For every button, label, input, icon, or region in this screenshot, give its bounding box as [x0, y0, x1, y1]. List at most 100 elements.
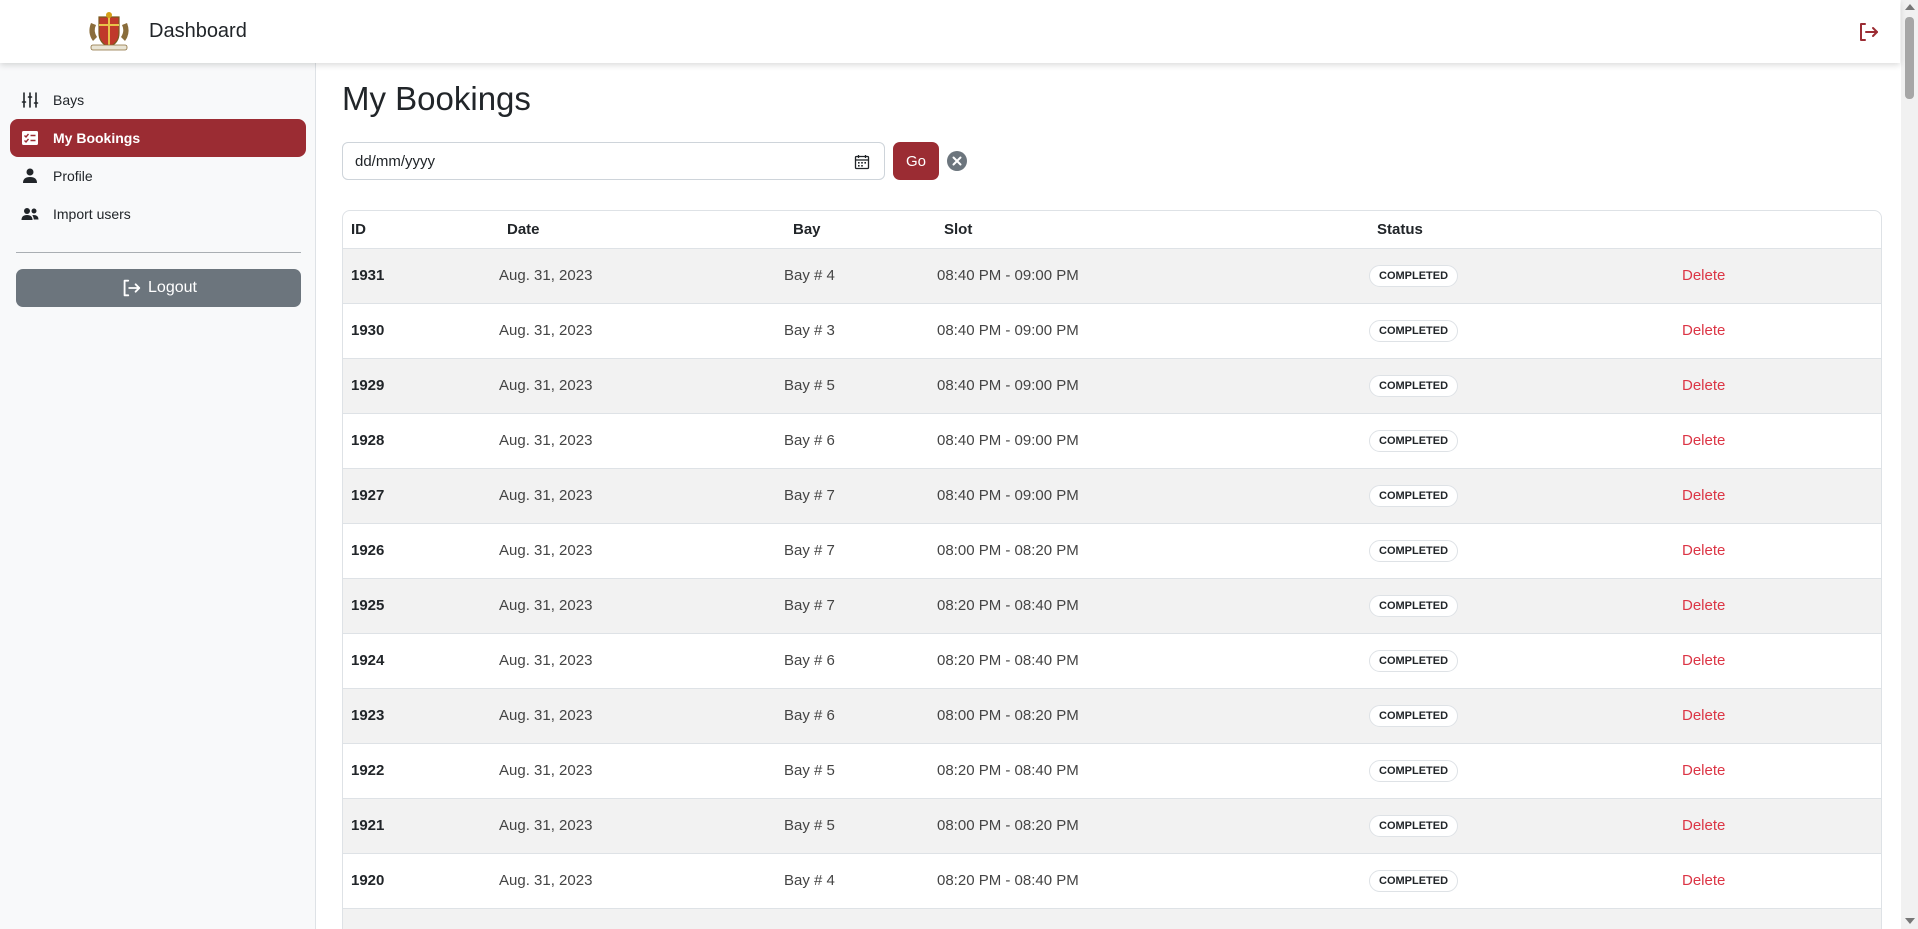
booking-slot: 08:00 PM - 08:20 PM	[937, 817, 1079, 834]
sidebar-item-label: My Bookings	[53, 130, 141, 146]
booking-id: 1930	[351, 322, 385, 339]
table-row: 1931 Aug. 31, 2023 Bay # 4 08:40 PM - 09…	[343, 249, 1881, 304]
booking-bay: Bay # 6	[784, 707, 835, 724]
booking-slot: 08:00 PM - 08:20 PM	[937, 542, 1079, 559]
table-row: 1928 Aug. 31, 2023 Bay # 6 08:40 PM - 09…	[343, 414, 1881, 469]
booking-slot: 08:20 PM - 08:40 PM	[937, 597, 1079, 614]
status-badge: COMPLETED	[1369, 870, 1459, 892]
booking-bay: Bay # 7	[784, 487, 835, 504]
sidebar-item-label: Bays	[53, 92, 85, 108]
table-row: 1925 Aug. 31, 2023 Bay # 7 08:20 PM - 08…	[343, 579, 1881, 634]
delete-link[interactable]: Delete	[1682, 707, 1725, 724]
status-badge: COMPLETED	[1369, 540, 1459, 562]
status-badge: COMPLETED	[1369, 760, 1459, 782]
sidebar-divider	[16, 252, 301, 253]
booking-date: Aug. 31, 2023	[499, 817, 593, 834]
calendar-icon[interactable]	[854, 154, 870, 170]
brand-title[interactable]: Dashboard	[149, 20, 247, 43]
booking-id: 1928	[351, 432, 385, 449]
person-icon	[21, 167, 39, 185]
clear-filter-icon[interactable]	[947, 151, 967, 171]
sidebar-item-import-users[interactable]: Import users	[10, 195, 306, 233]
sidebar: Bays My Bookings Profile Import users Lo…	[0, 63, 316, 929]
table-header: ID Date Bay Slot Status	[343, 211, 1881, 249]
booking-slot: 08:40 PM - 09:00 PM	[937, 322, 1079, 339]
booking-date: Aug. 31, 2023	[499, 487, 593, 504]
booking-id: 1926	[351, 542, 385, 559]
booking-slot: 08:20 PM - 08:40 PM	[937, 762, 1079, 779]
delete-link[interactable]: Delete	[1682, 652, 1725, 669]
sidebar-item-my-bookings[interactable]: My Bookings	[10, 119, 306, 157]
booking-bay: Bay # 7	[784, 597, 835, 614]
booking-date: Aug. 31, 2023	[499, 872, 593, 889]
booking-bay: Bay # 7	[784, 542, 835, 559]
column-header-status: Status	[1377, 221, 1423, 238]
delete-link[interactable]: Delete	[1682, 487, 1725, 504]
table-row: 1924 Aug. 31, 2023 Bay # 6 08:20 PM - 08…	[343, 634, 1881, 689]
page-title: My Bookings	[342, 80, 531, 117]
status-badge: COMPLETED	[1369, 705, 1459, 727]
booking-id: 1923	[351, 707, 385, 724]
booking-date: Aug. 31, 2023	[499, 652, 593, 669]
delete-link[interactable]: Delete	[1682, 542, 1725, 559]
scrollbar-thumb[interactable]	[1905, 17, 1914, 99]
booking-slot: 08:40 PM - 09:00 PM	[937, 377, 1079, 394]
bookings-table: ID Date Bay Slot Status 1931 Aug. 31, 20…	[342, 210, 1882, 929]
scroll-up-arrow-icon[interactable]	[1905, 4, 1915, 10]
column-header-slot: Slot	[944, 221, 973, 238]
status-badge: COMPLETED	[1369, 375, 1459, 397]
logout-label: Logout	[148, 279, 197, 296]
table-row: 1922 Aug. 31, 2023 Bay # 5 08:20 PM - 08…	[343, 744, 1881, 799]
coat-of-arms-logo[interactable]	[85, 11, 133, 51]
status-badge: COMPLETED	[1369, 650, 1459, 672]
sliders-icon	[21, 91, 39, 109]
status-badge: COMPLETED	[1369, 595, 1459, 617]
booking-id: 1929	[351, 377, 385, 394]
booking-id: 1927	[351, 487, 385, 504]
column-header-bay: Bay	[793, 221, 821, 238]
booking-date: Aug. 31, 2023	[499, 267, 593, 284]
booking-slot: 08:40 PM - 09:00 PM	[937, 487, 1079, 504]
booking-bay: Bay # 3	[784, 322, 835, 339]
booking-slot: 08:20 PM - 08:40 PM	[937, 872, 1079, 889]
date-filter-placeholder: dd/mm/yyyy	[355, 152, 436, 170]
table-row: 1927 Aug. 31, 2023 Bay # 7 08:40 PM - 09…	[343, 469, 1881, 524]
checklist-icon	[21, 129, 39, 147]
delete-link[interactable]: Delete	[1682, 762, 1725, 779]
status-badge: COMPLETED	[1369, 430, 1459, 452]
booking-slot: 08:40 PM - 09:00 PM	[937, 267, 1079, 284]
booking-date: Aug. 31, 2023	[499, 432, 593, 449]
status-badge: COMPLETED	[1369, 485, 1459, 507]
sidebar-item-label: Import users	[53, 206, 131, 222]
date-filter-input[interactable]: dd/mm/yyyy	[342, 142, 885, 180]
delete-link[interactable]: Delete	[1682, 377, 1725, 394]
status-badge: COMPLETED	[1369, 265, 1459, 287]
logout-icon[interactable]	[1856, 20, 1880, 44]
table-row: 1929 Aug. 31, 2023 Bay # 5 08:40 PM - 09…	[343, 359, 1881, 414]
booking-slot: 08:20 PM - 08:40 PM	[937, 652, 1079, 669]
booking-slot: 08:40 PM - 09:00 PM	[937, 432, 1079, 449]
delete-link[interactable]: Delete	[1682, 597, 1725, 614]
scroll-down-arrow-icon[interactable]	[1905, 918, 1915, 924]
booking-bay: Bay # 6	[784, 652, 835, 669]
delete-link[interactable]: Delete	[1682, 872, 1725, 889]
go-button[interactable]: Go	[893, 142, 939, 180]
status-badge: COMPLETED	[1369, 815, 1459, 837]
sidebar-item-bays[interactable]: Bays	[10, 81, 306, 119]
booking-date: Aug. 31, 2023	[499, 707, 593, 724]
delete-link[interactable]: Delete	[1682, 432, 1725, 449]
booking-id: 1931	[351, 267, 385, 284]
delete-link[interactable]: Delete	[1682, 322, 1725, 339]
sidebar-item-profile[interactable]: Profile	[10, 157, 306, 195]
booking-slot: 08:00 PM - 08:20 PM	[937, 707, 1079, 724]
sidebar-item-label: Profile	[53, 168, 93, 184]
page-scrollbar[interactable]	[1901, 0, 1918, 929]
booking-id: 1921	[351, 817, 385, 834]
booking-bay: Bay # 4	[784, 267, 835, 284]
booking-id: 1920	[351, 872, 385, 889]
delete-link[interactable]: Delete	[1682, 817, 1725, 834]
delete-link[interactable]: Delete	[1682, 267, 1725, 284]
table-row: 1923 Aug. 31, 2023 Bay # 6 08:00 PM - 08…	[343, 689, 1881, 744]
table-row: 1920 Aug. 31, 2023 Bay # 4 08:20 PM - 08…	[343, 854, 1881, 909]
logout-button[interactable]: Logout	[16, 269, 301, 307]
